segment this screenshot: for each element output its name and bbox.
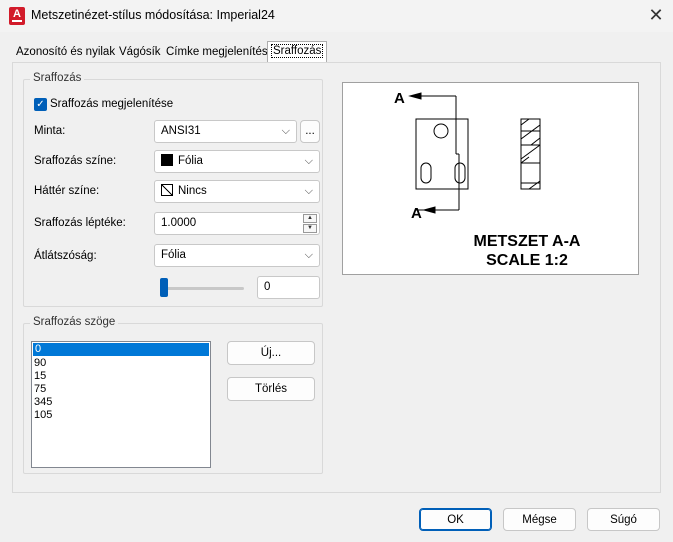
transparency-slider-thumb[interactable] (160, 278, 168, 297)
part-outline (415, 118, 469, 190)
bg-color-select[interactable]: Nincs ⌵ (154, 180, 320, 203)
list-item[interactable]: 0 (33, 343, 209, 356)
list-item[interactable]: 90 (32, 357, 210, 370)
list-item[interactable]: 75 (32, 383, 210, 396)
show-hatch-checkbox[interactable]: ✓ (34, 98, 47, 111)
transparency-slider-track[interactable] (160, 287, 244, 290)
tab-vagosik[interactable]: Vágósík (115, 42, 165, 62)
tab-cimke-megjelenitese[interactable]: Címke megjelenítése (162, 42, 278, 62)
list-item[interactable]: 15 (32, 370, 210, 383)
ok-button[interactable]: OK (419, 508, 492, 531)
pattern-browse-button[interactable]: ... (300, 120, 320, 143)
preview-caption-scale: SCALE 1:2 (486, 252, 568, 269)
bg-color-value: Nincs (178, 185, 207, 197)
tab-content-pane: Sraffozás ✓ Sraffozás megjelenítése Mint… (12, 62, 661, 493)
hatch-color-select[interactable]: Fólia ⌵ (154, 150, 320, 173)
new-angle-button[interactable]: Új... (227, 341, 315, 365)
section-view-preview-drawing: A A METSZET A-A SCALE 1:2 (394, 90, 581, 269)
title-bar: A Metszetinézet-stílus módosítása: Imper… (0, 0, 673, 32)
delete-angle-button[interactable]: Törlés (227, 377, 315, 401)
hatch-scale-input[interactable]: 1.0000 (154, 212, 320, 235)
hatch-color-label: Sraffozás színe: (34, 155, 117, 167)
transparency-label: Átlátszóság: (34, 250, 97, 262)
window-title: Metszetinézet-stílus módosítása: Imperia… (31, 8, 275, 22)
no-color-swatch-icon (161, 184, 173, 196)
preview-caption-title: METSZET A-A (474, 233, 581, 250)
help-button[interactable]: Súgó (587, 508, 660, 531)
hatch-preview: A A METSZET A-A SCALE 1:2 (342, 82, 639, 275)
chevron-down-icon: ⌵ (304, 155, 313, 167)
close-icon[interactable]: ✕ (645, 6, 667, 26)
section-marker-top: A (394, 90, 405, 107)
pattern-value: ANSI31 (161, 125, 201, 137)
transparency-value-input[interactable]: 0 (257, 276, 320, 299)
arrow-icon (422, 206, 436, 214)
show-hatch-label: Sraffozás megjelenítése (50, 98, 174, 110)
bg-color-label: Háttér színe: (34, 185, 100, 197)
list-item[interactable]: 345 (32, 396, 210, 409)
transparency-select[interactable]: Fólia ⌵ (154, 244, 320, 267)
tab-sraffozas[interactable]: Sraffozás (267, 41, 328, 63)
chevron-down-icon: ⌵ (281, 125, 290, 137)
angle-listbox[interactable]: 0 90 15 75 345 105 (31, 341, 211, 468)
tab-azonosito-es-nyilak[interactable]: Azonosító és nyilak (12, 42, 119, 62)
pattern-select[interactable]: ANSI31 ⌵ (154, 120, 297, 143)
pattern-label: Minta: (34, 125, 66, 137)
hatch-color-value: Fólia (178, 155, 203, 167)
spin-up-icon[interactable]: ▲ (303, 214, 317, 223)
hatch-group: Sraffozás ✓ Sraffozás megjelenítése Mint… (23, 72, 323, 307)
section-marker-bottom: A (411, 205, 422, 222)
cancel-button[interactable]: Mégse (503, 508, 576, 531)
chevron-down-icon: ⌵ (304, 185, 313, 197)
hatch-scale-label: Sraffozás léptéke: (34, 217, 126, 229)
black-swatch-icon (161, 154, 173, 166)
section-view (520, 118, 541, 190)
hatch-group-title: Sraffozás (30, 72, 85, 84)
arrow-icon (408, 92, 422, 100)
tab-sraffozas-label: Sraffozás (271, 44, 324, 58)
transparency-value: Fólia (161, 249, 186, 261)
autocad-app-icon: A (9, 7, 25, 25)
app-icon-letter: A (13, 8, 21, 20)
spin-down-icon[interactable]: ▼ (303, 224, 317, 233)
list-item[interactable]: 105 (32, 409, 210, 422)
hatch-angle-group-title: Sraffozás szöge (30, 316, 119, 328)
chevron-down-icon: ⌵ (304, 249, 313, 261)
